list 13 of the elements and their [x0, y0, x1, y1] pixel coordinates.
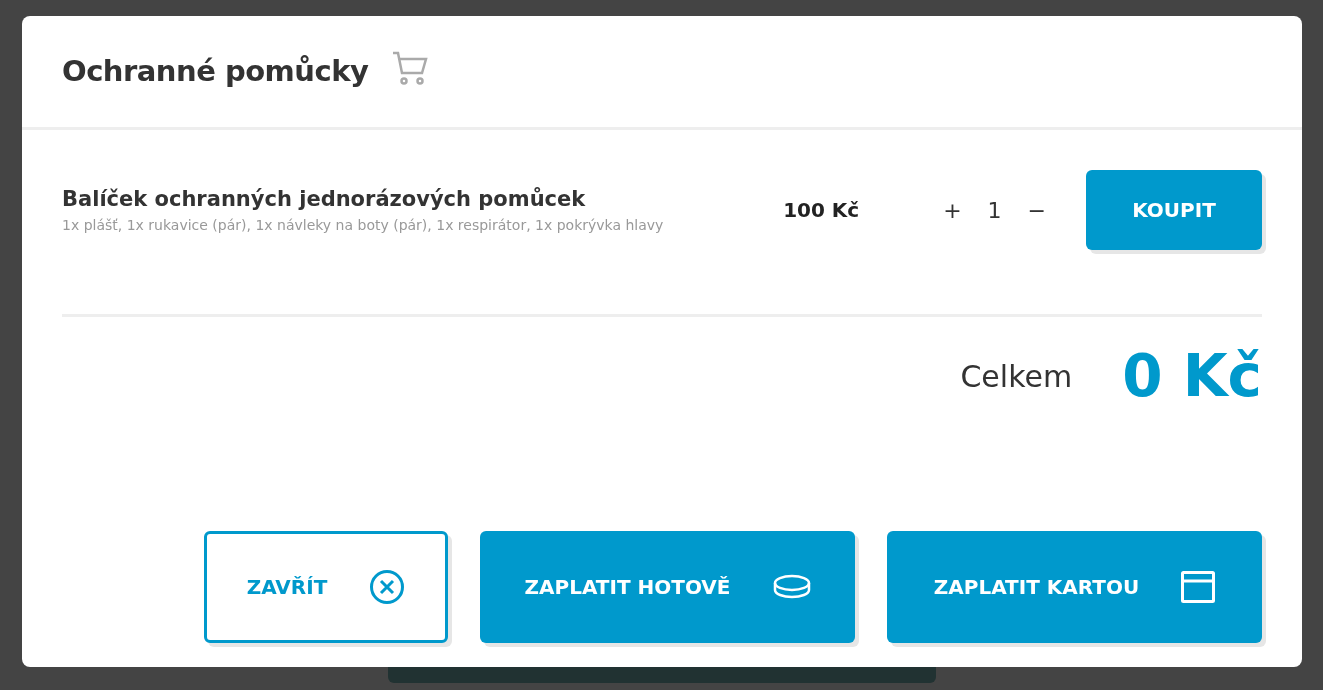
- increase-button[interactable]: +: [943, 193, 962, 227]
- product-name: Balíček ochranných jednorázových pomůcek: [62, 185, 586, 213]
- coins-icon: [772, 573, 811, 601]
- quantity-value: 1: [987, 196, 1002, 225]
- total-label: Celkem: [960, 358, 1073, 396]
- dialog-title: Ochranné pomůcky: [62, 52, 369, 90]
- total-amount: 0 Kč: [1122, 341, 1262, 412]
- product-price: 100 Kč: [783, 197, 861, 224]
- close-icon: [369, 569, 406, 605]
- card-icon: [1181, 571, 1216, 603]
- product-description: 1x plášť, 1x rukavice (pár), 1x návleky na boty (pár), 1x respirátor, 1x pokrývka hlavy: [62, 216, 664, 236]
- cart-icon: [392, 51, 429, 85]
- decrease-button[interactable]: −: [1027, 193, 1046, 227]
